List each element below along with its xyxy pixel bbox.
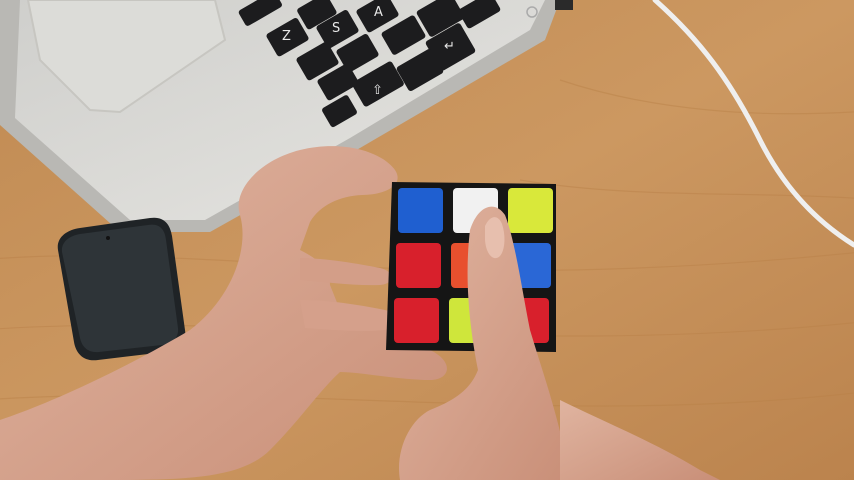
- cube-sticker: [396, 243, 441, 288]
- keycap-label: Z: [282, 29, 291, 44]
- cable-plug: [555, 0, 573, 10]
- cube-sticker: [394, 298, 439, 343]
- scene: Z S A ↵ ⇧: [0, 0, 854, 480]
- cube-sticker: [508, 188, 553, 233]
- keycap-label: ↵: [444, 39, 455, 54]
- smartphone: [57, 217, 186, 361]
- keycap-label: S: [332, 21, 340, 36]
- keycap-label: A: [374, 5, 383, 20]
- cube-sticker: [398, 188, 443, 233]
- keycap-label: ⇧: [372, 83, 383, 98]
